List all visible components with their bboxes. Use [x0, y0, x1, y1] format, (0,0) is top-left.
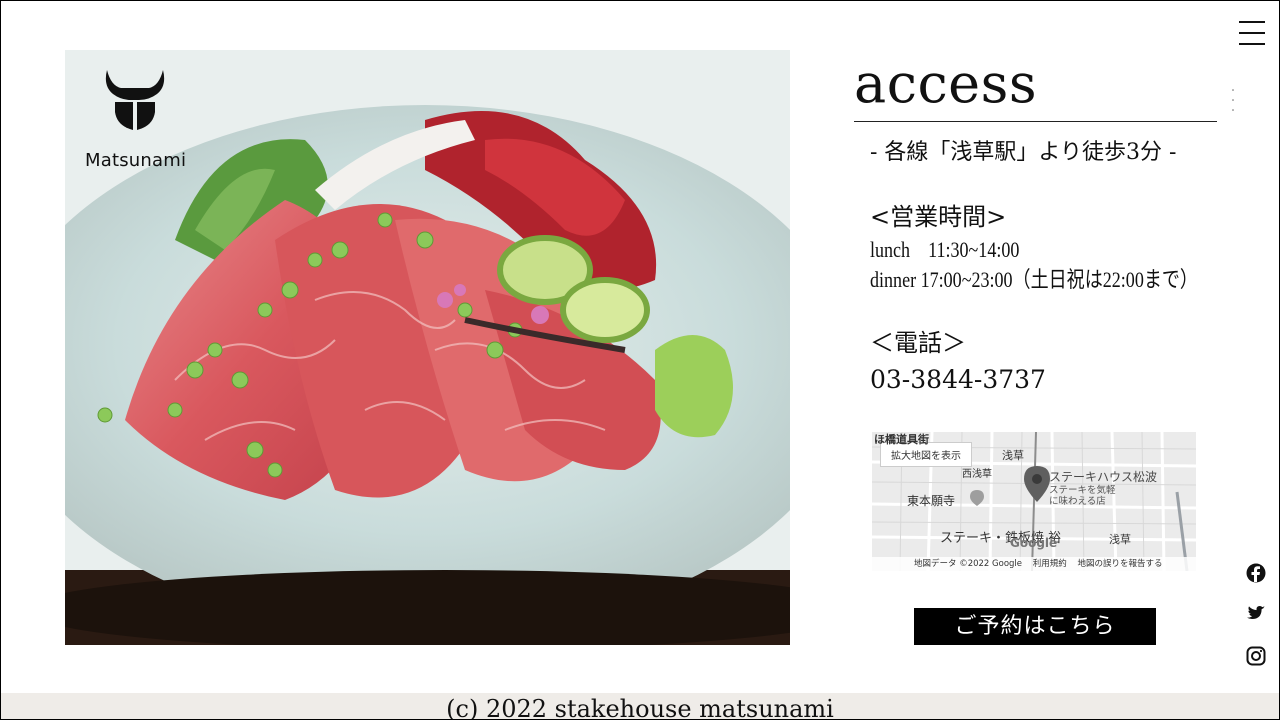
- brand-logo[interactable]: Matsunami: [85, 68, 187, 171]
- station-info: - 各線「浅草駅」より徒歩3分 -: [870, 140, 1177, 165]
- map-pin-icon[interactable]: [1024, 466, 1050, 502]
- map-report-link[interactable]: 地図の誤りを報告する: [1077, 559, 1162, 569]
- map-top-label: ほ橋道具街: [874, 433, 929, 446]
- page-frame: Matsunami access - 各線「浅草駅」より徒歩3分 - <営業時間…: [0, 0, 1280, 720]
- map-area-label: 浅草: [1002, 449, 1024, 462]
- copyright-text: (c) 2022 stakehouse matsunami: [446, 695, 834, 720]
- phone-heading: ＜電話＞: [870, 329, 966, 357]
- menu-line-icon: [1239, 43, 1265, 45]
- hero-image: Matsunami: [65, 50, 790, 645]
- instagram-icon[interactable]: [1246, 646, 1266, 666]
- menu-line-icon: [1239, 32, 1265, 34]
- dinner-hours: dinner 17:00~23:00（土日祝は22:00まで）: [870, 267, 1198, 292]
- google-wordmark: Google: [1010, 536, 1058, 550]
- map-attribution: 地図データ ©2022 Google 利用規約 地図の誤りを報告する: [872, 557, 1196, 571]
- menu-button[interactable]: [1239, 21, 1265, 45]
- reservation-button[interactable]: ご予約はこちら: [914, 608, 1156, 645]
- map-terms-link[interactable]: 利用規約: [1033, 559, 1067, 569]
- vertical-dots-icon: [1232, 89, 1234, 111]
- facebook-icon[interactable]: [1246, 563, 1266, 583]
- logo-text: Matsunami: [85, 150, 187, 171]
- map-data-credit: 地図データ ©2022 Google: [914, 559, 1023, 569]
- map-place-caption-2: に味わえる店: [1049, 496, 1106, 507]
- temple-pin-icon: [970, 490, 984, 506]
- lunch-hours: lunch 11:30~14:00: [870, 237, 1020, 262]
- twitter-icon[interactable]: [1246, 603, 1266, 623]
- menu-line-icon: [1239, 21, 1265, 23]
- hours-heading: <営業時間>: [870, 203, 1007, 231]
- phone-number[interactable]: 03-3844-3737: [870, 363, 1046, 397]
- google-map[interactable]: 拡大地図を表示 ほ橋道具街 浅草 西浅草 ステーキハウス松波 ステーキを気軽 に…: [872, 432, 1196, 571]
- map-street-label: 浅草: [1109, 533, 1131, 546]
- map-district-label: 西浅草: [962, 469, 992, 480]
- page-title: access: [854, 51, 1217, 122]
- map-temple-label: 東本願寺: [907, 494, 956, 508]
- bull-logo-icon: [105, 70, 165, 130]
